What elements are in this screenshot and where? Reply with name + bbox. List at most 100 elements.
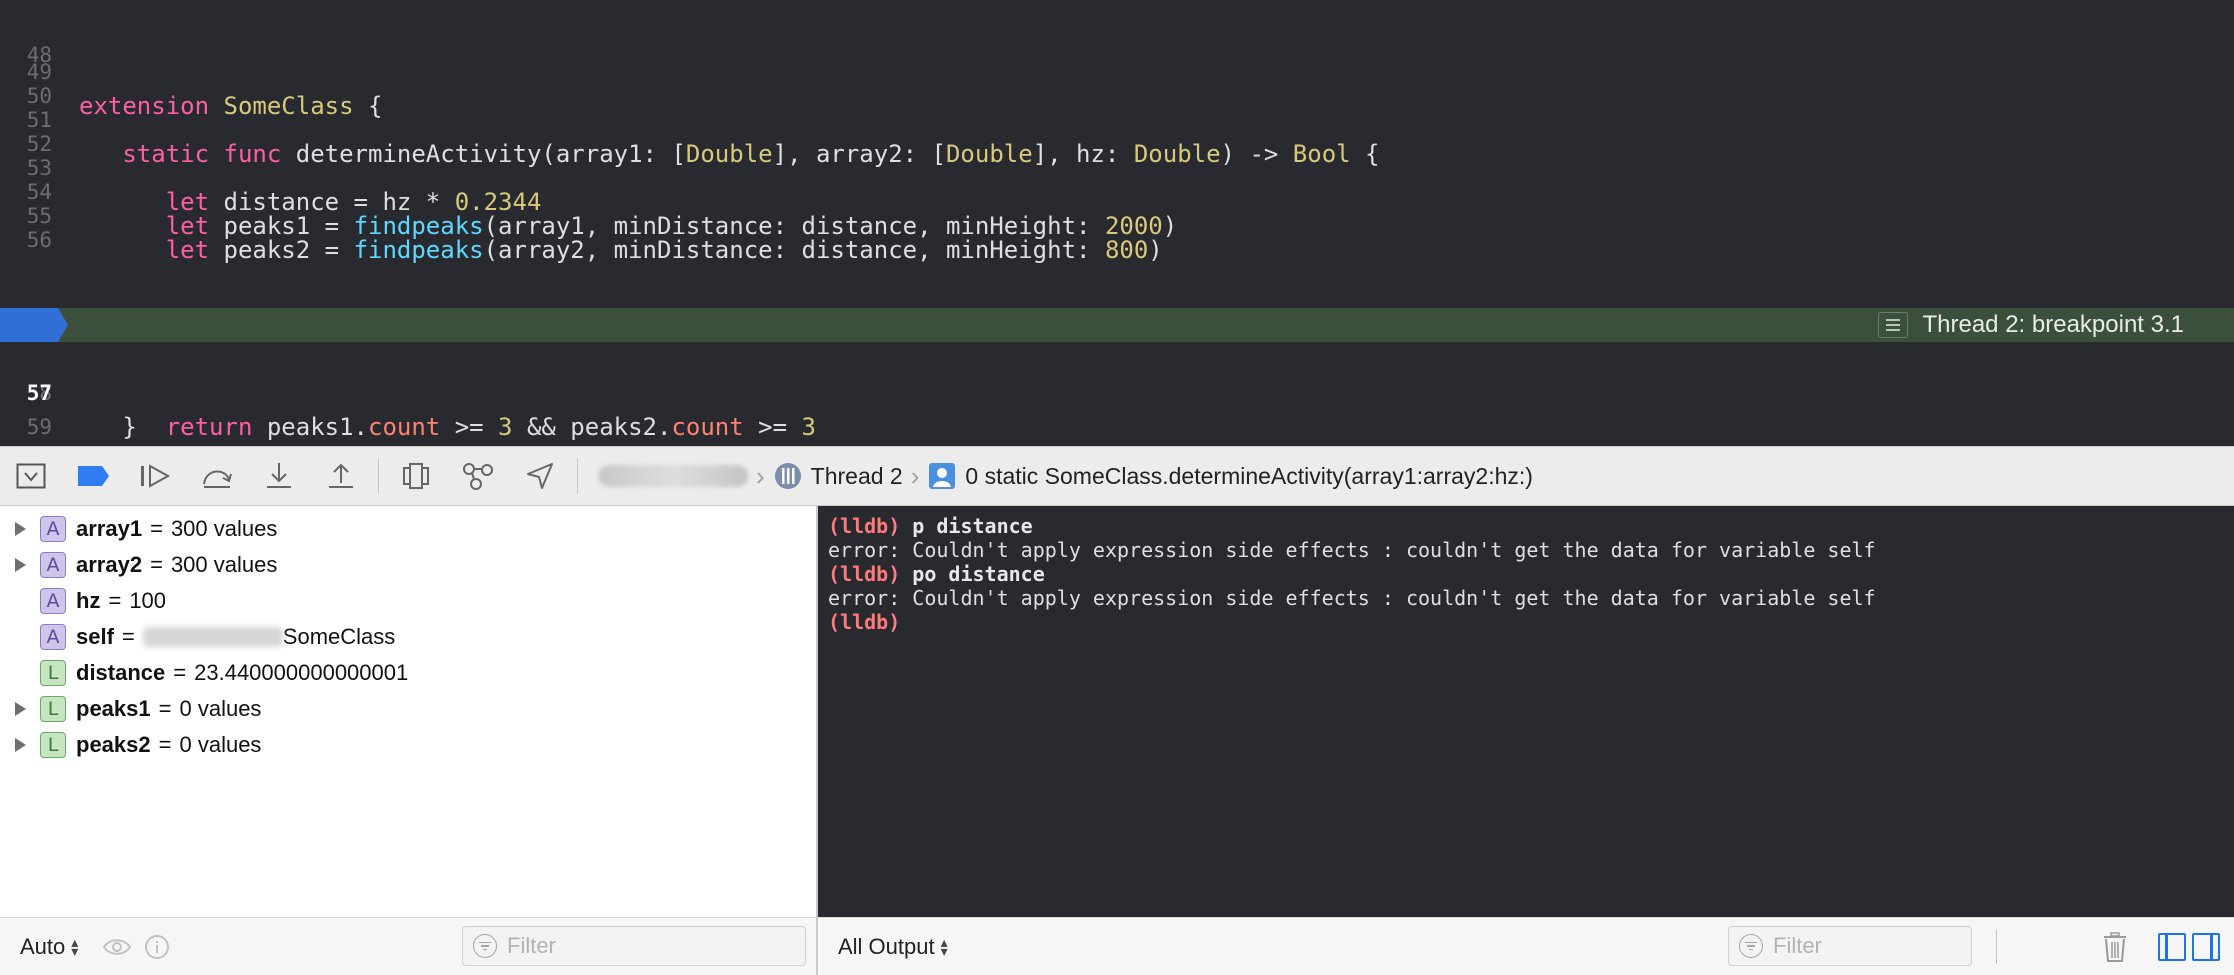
console-error: error: Couldn't apply expression side ef… bbox=[828, 538, 1876, 562]
step-into-icon bbox=[267, 463, 291, 488]
breakpoints-toggle-icon bbox=[78, 466, 109, 486]
disclosure-triangle-icon[interactable] bbox=[0, 521, 40, 537]
argument-icon: A bbox=[40, 588, 66, 614]
lldb-prompt: (lldb) bbox=[828, 514, 901, 538]
variables-view: A array1 = 300 values A array2 = 300 val… bbox=[0, 506, 818, 975]
local-variable-icon: L bbox=[40, 732, 66, 758]
lldb-prompt: (lldb) bbox=[828, 562, 901, 586]
updown-chevron-icon: ▴ ▾ bbox=[71, 933, 79, 959]
console-view[interactable]: (lldb) p distance error: Couldn't apply … bbox=[818, 506, 2234, 975]
argument-icon: A bbox=[40, 624, 66, 650]
disclosure-triangle-icon[interactable] bbox=[0, 701, 40, 717]
equals-sign: = bbox=[108, 588, 122, 613]
step-over-button[interactable] bbox=[186, 446, 248, 506]
code-line[interactable]: 60 bbox=[0, 410, 2234, 473]
equals-sign: = bbox=[173, 660, 187, 685]
continue-button[interactable] bbox=[124, 446, 186, 506]
current-code-line[interactable]: 57 return peaks1.count >= 3 && peaks2.co… bbox=[0, 308, 2234, 441]
stack-frame-user-icon bbox=[929, 463, 956, 489]
variables-footer: Auto ▴ ▾ Filter bbox=[0, 917, 816, 975]
variable-name: hz bbox=[76, 588, 101, 613]
variable-row[interactable]: L peaks2 = 0 values bbox=[0, 727, 261, 763]
breakpoint-badge[interactable]: Thread 2: breakpoint 3.1 bbox=[1878, 308, 2184, 342]
trash-icon[interactable] bbox=[2102, 932, 2128, 962]
lldb-prompt: (lldb) bbox=[828, 610, 901, 634]
console-filter-field[interactable]: Filter bbox=[1728, 926, 1972, 966]
simulate-location-button[interactable] bbox=[509, 446, 571, 506]
variable-value: SomeClass bbox=[282, 624, 396, 649]
step-into-button[interactable] bbox=[248, 446, 310, 506]
variable-value: 0 values bbox=[179, 696, 262, 721]
breadcrumb: › Thread 2 › 0 static SomeClass.determin… bbox=[598, 461, 1533, 492]
view-hierarchy-icon bbox=[403, 463, 429, 489]
hide-debug-area-icon bbox=[16, 463, 46, 489]
toolbar-divider bbox=[577, 459, 578, 493]
variable-value: 23.440000000000001 bbox=[194, 660, 409, 685]
output-select[interactable]: All Output ▴ ▾ bbox=[838, 934, 948, 960]
quick-look-icon[interactable] bbox=[102, 937, 132, 957]
left-pane-icon[interactable] bbox=[2158, 933, 2186, 961]
variable-row[interactable]: A array2 = 300 values bbox=[0, 547, 277, 583]
filter-placeholder: Filter bbox=[507, 933, 556, 958]
local-variable-icon: L bbox=[40, 696, 66, 722]
thread-icon bbox=[774, 463, 801, 489]
variable-row[interactable]: A array1 = 300 values bbox=[0, 511, 277, 547]
disclosure-triangle-icon[interactable] bbox=[0, 557, 40, 573]
breadcrumb-process[interactable] bbox=[598, 465, 748, 487]
print-description-icon[interactable] bbox=[144, 934, 170, 960]
breakpoint-indicator-icon[interactable] bbox=[0, 308, 68, 342]
scope-select[interactable]: Auto ▴ ▾ bbox=[20, 934, 78, 960]
variable-value: 100 bbox=[129, 588, 167, 613]
disclosure-triangle-icon[interactable] bbox=[0, 737, 40, 753]
console-input-line[interactable]: (lldb) bbox=[828, 610, 1876, 634]
toolbar-divider bbox=[378, 459, 379, 493]
breadcrumb-thread[interactable]: Thread 2 bbox=[773, 461, 903, 491]
variable-row[interactable]: A hz = 100 bbox=[0, 583, 166, 619]
console-line: (lldb) po distance bbox=[828, 562, 1876, 586]
debug-toolbar: › Thread 2 › 0 static SomeClass.determin… bbox=[0, 446, 2234, 506]
continue-icon bbox=[141, 464, 171, 488]
console-line: (lldb) p distance bbox=[828, 514, 1876, 538]
breakpoint-label: Thread 2: breakpoint 3.1 bbox=[1922, 311, 2184, 338]
variable-row[interactable]: L peaks1 = 0 values bbox=[0, 691, 261, 727]
right-pane-icon[interactable] bbox=[2192, 933, 2220, 961]
equals-sign: = bbox=[158, 732, 172, 757]
footer-divider bbox=[1996, 930, 1997, 964]
equals-sign: = bbox=[150, 516, 163, 541]
variable-name: peaks1 bbox=[76, 696, 151, 721]
console-line: error: Couldn't apply expression side ef… bbox=[828, 586, 1876, 610]
breakpoints-toggle-button[interactable] bbox=[62, 446, 124, 506]
console-line: error: Couldn't apply expression side ef… bbox=[828, 538, 1876, 562]
source-editor[interactable]: 48 49 extension SomeClass { 50 51 static… bbox=[0, 0, 2234, 475]
variable-name: distance bbox=[76, 660, 166, 685]
step-out-icon bbox=[329, 463, 353, 488]
line-number: 56 bbox=[26, 228, 52, 252]
line-number: 57 bbox=[26, 381, 52, 405]
variable-value: 300 values bbox=[170, 516, 278, 541]
filter-icon bbox=[1739, 934, 1763, 958]
debug-memory-graph-button[interactable] bbox=[447, 446, 509, 506]
variable-row[interactable]: L distance = 23.440000000000001 bbox=[0, 655, 408, 691]
breadcrumb-frame[interactable]: 0 static SomeClass.determineActivity(arr… bbox=[927, 461, 1533, 491]
variable-row[interactable]: A self = SomeClass bbox=[0, 619, 395, 655]
code-line[interactable]: 56 bbox=[0, 189, 2234, 252]
console-error: error: Couldn't apply expression side ef… bbox=[828, 586, 1876, 610]
variables-filter-field[interactable]: Filter bbox=[462, 926, 806, 966]
variable-name: array1 bbox=[76, 516, 143, 541]
argument-icon: A bbox=[40, 552, 66, 578]
step-over-icon bbox=[203, 470, 232, 488]
list-icon bbox=[1878, 312, 1909, 338]
console-output: (lldb) p distance error: Couldn't apply … bbox=[828, 514, 1876, 634]
debug-view-hierarchy-button[interactable] bbox=[385, 446, 447, 506]
redacted-module-name bbox=[142, 627, 283, 647]
console-command: po distance bbox=[912, 562, 1045, 586]
equals-sign: = bbox=[121, 624, 135, 649]
code-line[interactable]: 58 } bbox=[0, 342, 2234, 441]
code-text: let peaks2 = findpeaks(array2, minDistan… bbox=[165, 236, 1163, 264]
hide-debug-area-button[interactable] bbox=[0, 446, 62, 506]
code-line[interactable]: 59 } bbox=[0, 376, 2234, 475]
frame-label: 0 static SomeClass.determineActivity(arr… bbox=[965, 462, 1533, 489]
step-out-button[interactable] bbox=[310, 446, 372, 506]
local-variable-icon: L bbox=[40, 660, 66, 686]
updown-chevron-icon: ▴ ▾ bbox=[940, 933, 948, 959]
